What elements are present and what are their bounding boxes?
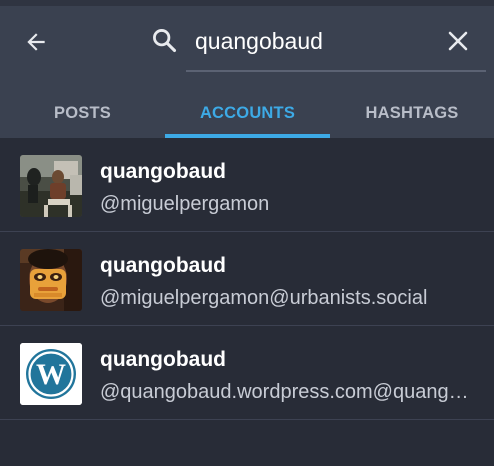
account-row[interactable]: quangobaud @miguelpergamon@urbanists.soc… [0,232,494,326]
search-underline [186,70,486,72]
back-button[interactable] [20,26,52,58]
tab-label: POSTS [54,103,111,122]
avatar[interactable] [20,155,82,217]
account-handle: @quangobaud.wordpress.com@quangobaud.wor… [100,381,472,403]
wordpress-logo-icon: W [20,343,82,405]
search-screen: POSTS ACCOUNTS HASHTAGS [0,0,494,466]
status-strip [0,0,494,6]
svg-text:W: W [36,358,66,391]
search-header: POSTS ACCOUNTS HASHTAGS [0,0,494,138]
avatar-photo [20,155,82,217]
clear-search-button[interactable] [443,26,473,56]
close-icon [448,31,468,51]
account-display-name: quangobaud [100,348,226,371]
account-row[interactable]: W quangobaud @quangobaud.wordpress.com@q… [0,326,494,420]
account-handle: @miguelpergamon@urbanists.social [100,287,428,309]
arrow-left-icon [27,33,45,51]
account-display-name: quangobaud [100,254,226,277]
tab-label: ACCOUNTS [199,103,296,122]
avatar-photo [20,249,82,311]
search-icon [150,26,178,54]
avatar[interactable] [20,249,82,311]
account-display-name: quangobaud [100,160,226,183]
search-tabs: POSTS ACCOUNTS HASHTAGS [0,88,494,138]
account-row[interactable]: quangobaud @miguelpergamon [0,138,494,232]
tab-posts[interactable]: POSTS [0,88,165,138]
search-input[interactable] [195,24,425,58]
avatar[interactable]: W [20,343,82,405]
account-results-list: quangobaud @miguelpergamon quangobaud @m… [0,138,494,420]
tab-label: HASHTAGS [365,103,459,122]
tab-hashtags[interactable]: HASHTAGS [330,88,494,138]
account-handle: @miguelpergamon [100,193,270,215]
tab-accounts[interactable]: ACCOUNTS [165,88,330,138]
